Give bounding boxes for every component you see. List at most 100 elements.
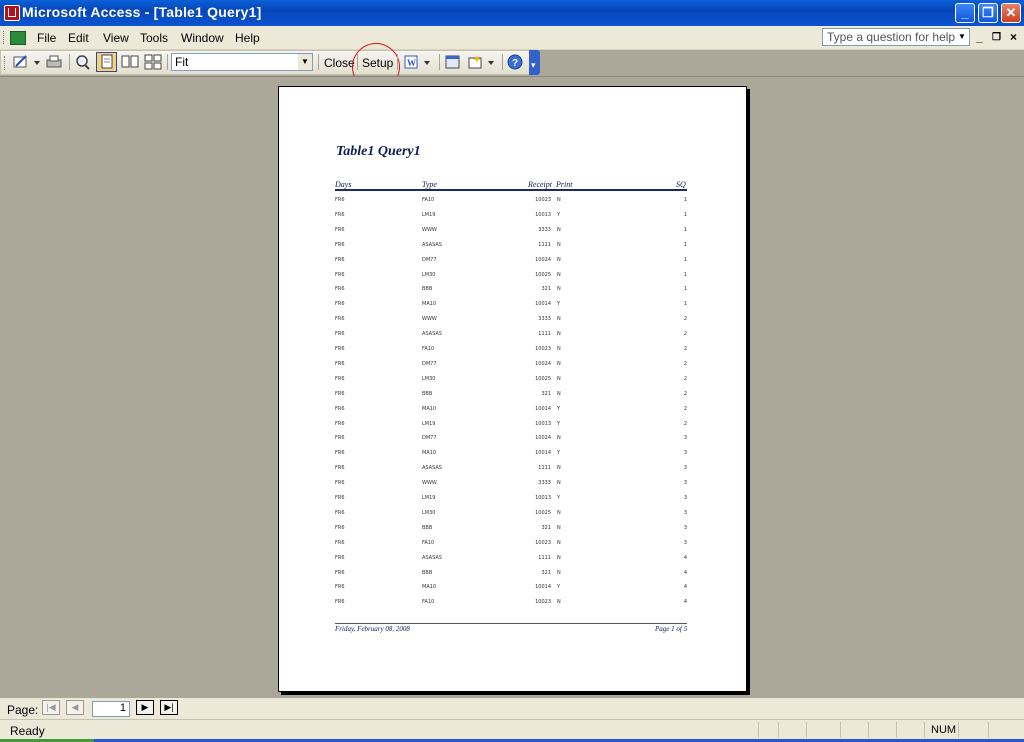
doc-restore-button[interactable]: ❐ xyxy=(992,32,1001,43)
help-button[interactable]: ? xyxy=(505,52,525,72)
cell-type: FA10 xyxy=(422,599,435,606)
cell-days: FR6 xyxy=(335,331,345,338)
close-preview-button[interactable]: Close xyxy=(324,56,355,70)
cell-days: FR6 xyxy=(335,435,345,442)
table-row: FR6 LM19 10013 Y 1 xyxy=(335,210,687,220)
cell-print: Y xyxy=(557,211,561,218)
table-row: FR6 ASASAS 1111 N 4 xyxy=(335,553,687,563)
menu-edit[interactable]: Edit xyxy=(68,31,89,45)
cell-days: FR6 xyxy=(335,480,345,487)
cell-days: FR6 xyxy=(335,197,345,203)
cell-days: FR6 xyxy=(335,539,345,546)
cell-sq: 2 xyxy=(683,331,687,338)
cell-sq: 2 xyxy=(683,316,687,323)
toolbar-grip[interactable] xyxy=(4,56,8,70)
table-row: FR6 MA10 10014 Y 3 xyxy=(335,448,687,458)
menu-help[interactable]: Help xyxy=(235,31,260,45)
cell-type: ASASAS xyxy=(422,241,442,248)
menu-file[interactable]: File xyxy=(37,31,56,45)
minimize-button[interactable]: _ xyxy=(955,3,975,23)
cell-type: BBB xyxy=(422,524,433,531)
table-row: FR6 LM19 10013 Y 2 xyxy=(335,419,687,429)
menu-window[interactable]: Window xyxy=(181,31,224,45)
header-rule xyxy=(335,189,687,191)
cell-print: Y xyxy=(557,405,561,412)
num-lock-indicator: NUM xyxy=(924,722,958,738)
record-navigation-bar: Page: |◀ ◀ ▶ ▶| xyxy=(0,698,1024,719)
cell-sq: 1 xyxy=(683,226,687,233)
cell-receipt: 321 xyxy=(541,390,551,397)
help-icon: ? xyxy=(507,54,523,70)
help-question-box[interactable]: Type a question for help ▼ xyxy=(822,28,970,46)
cell-sq: 3 xyxy=(683,450,687,457)
column-header-sq: SQ xyxy=(676,180,686,189)
chevron-down-icon[interactable]: ▼ xyxy=(955,29,969,45)
magnifier-icon xyxy=(76,55,90,70)
cell-receipt: 10023 xyxy=(535,539,551,546)
doc-minimize-button[interactable]: _ xyxy=(976,30,983,44)
zoom-button[interactable] xyxy=(73,52,93,72)
document-icon[interactable] xyxy=(10,31,26,45)
report-title: Table1 Query1 xyxy=(336,144,421,159)
cell-sq: 3 xyxy=(683,480,687,487)
cell-sq: 4 xyxy=(683,569,687,576)
cell-receipt: 10023 xyxy=(535,197,551,203)
first-page-button[interactable]: |◀ xyxy=(42,700,60,715)
title-bar[interactable]: Microsoft Access - [Table1 Query1] _ ❐ ✕ xyxy=(0,0,1024,26)
cell-receipt: 10023 xyxy=(535,346,551,352)
restore-button[interactable]: ❐ xyxy=(978,3,998,23)
cell-sq: 1 xyxy=(683,271,687,278)
page-label: Page: xyxy=(7,703,39,717)
cell-type: ASASAS xyxy=(422,465,442,472)
cell-print: N xyxy=(557,599,561,606)
cell-print: Y xyxy=(557,584,561,591)
table-row: FR6 LM19 10013 Y 3 xyxy=(335,493,687,503)
cell-type: LM30 xyxy=(422,509,436,516)
view-button[interactable] xyxy=(11,52,41,72)
multiple-pages-button[interactable] xyxy=(143,52,163,72)
cell-sq: 4 xyxy=(683,554,687,561)
zoom-select[interactable]: Fit ▼ xyxy=(171,53,313,71)
cell-receipt: 1111 xyxy=(538,554,551,561)
cell-receipt: 1111 xyxy=(538,331,551,338)
cell-receipt: 10014 xyxy=(535,405,551,412)
menubar-grip[interactable] xyxy=(3,31,7,44)
cell-receipt: 10014 xyxy=(535,584,551,591)
report-page[interactable]: Table1 Query1 Days Type Receipt Print SQ… xyxy=(278,86,747,692)
cell-receipt: 321 xyxy=(541,286,551,293)
cell-sq: 1 xyxy=(683,301,687,308)
cell-days: FR6 xyxy=(335,524,345,531)
cell-days: FR6 xyxy=(335,509,345,516)
last-page-button[interactable]: ▶| xyxy=(160,700,178,715)
cell-print: N xyxy=(557,465,561,472)
table-row: FR6 FA10 10023 N 4 xyxy=(335,597,687,607)
zoom-value: Fit xyxy=(175,55,189,69)
toolbar-options-button[interactable] xyxy=(529,50,540,75)
cell-print: N xyxy=(557,286,561,293)
next-page-button[interactable]: ▶ xyxy=(136,700,154,715)
cell-sq: 1 xyxy=(683,241,687,248)
menu-view[interactable]: View xyxy=(103,31,129,45)
cell-print: N xyxy=(557,375,561,382)
new-object-button[interactable] xyxy=(466,52,498,72)
cell-receipt: 10014 xyxy=(535,301,551,308)
table-row: FR6 MA10 10014 Y 2 xyxy=(335,404,687,414)
database-window-button[interactable] xyxy=(443,52,463,72)
last-page-icon: ▶| xyxy=(164,702,174,712)
two-pages-button[interactable] xyxy=(120,52,140,72)
cell-sq: 3 xyxy=(683,435,687,442)
one-page-button[interactable] xyxy=(96,52,117,72)
table-row: FR6 DM77 10024 N 1 xyxy=(335,255,687,265)
cell-type: LM19 xyxy=(422,211,436,218)
page-number-input[interactable]: 1 xyxy=(92,701,130,717)
access-app-icon[interactable] xyxy=(4,5,20,21)
office-links-button[interactable]: W xyxy=(402,52,434,72)
print-button[interactable] xyxy=(44,52,64,72)
previous-page-button[interactable]: ◀ xyxy=(66,700,84,715)
menu-tools[interactable]: Tools xyxy=(140,31,168,45)
doc-close-button[interactable]: × xyxy=(1010,30,1017,44)
cell-print: N xyxy=(557,569,561,576)
chevron-down-icon[interactable]: ▼ xyxy=(298,54,312,70)
close-window-button[interactable]: ✕ xyxy=(1001,3,1021,23)
table-row: FR6 WWW 3333 N 3 xyxy=(335,478,687,488)
